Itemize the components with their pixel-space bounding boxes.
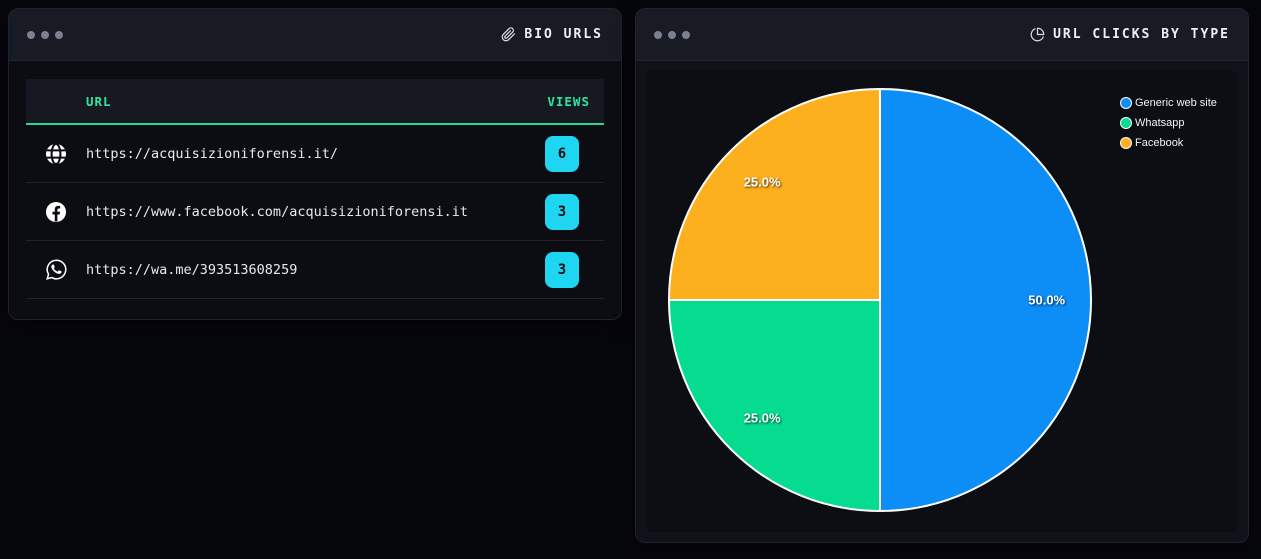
window-dot: [27, 30, 35, 39]
column-header-url: URL: [86, 93, 112, 109]
window-dots: [654, 30, 690, 39]
legend-label: Generic web site: [1135, 97, 1217, 109]
panel-title-text: URL CLICKS BY TYPE: [1053, 27, 1230, 42]
url-text: https://www.facebook.com/acquisizionifor…: [86, 203, 469, 220]
views-badge: 6: [545, 135, 579, 172]
bio-urls-table: URL VIEWS https://acquisizioniforensi.it…: [9, 61, 621, 299]
url-clicks-panel: URL CLICKS BY TYPE 50.0% 25.0% 25.0% Gener…: [635, 8, 1249, 543]
table-header-row: URL VIEWS: [26, 79, 604, 125]
table-row: https://www.facebook.com/acquisizionifor…: [26, 183, 604, 241]
facebook-icon: [26, 200, 86, 224]
pie-slice-whatsapp: [668, 299, 881, 512]
window-dot: [55, 30, 63, 39]
url-clicks-title: URL CLICKS BY TYPE: [1030, 27, 1230, 42]
window-dots: [27, 30, 63, 39]
pie-slice-facebook: [668, 88, 881, 301]
window-dot: [682, 30, 690, 39]
legend-item: Facebook: [1120, 137, 1217, 149]
pie-chart-area: 50.0% 25.0% 25.0% Generic web site Whatsapp…: [646, 71, 1238, 532]
pie-slice-generic-web-site: [879, 88, 1092, 512]
panel-title-text: BIO URLS: [524, 27, 603, 42]
legend-swatch: [1120, 137, 1132, 149]
bio-urls-panel: BIO URLS URL VIEWS https://acquisizionif…: [8, 8, 622, 320]
views-badge: 3: [545, 251, 579, 288]
url-text: https://wa.me/393513608259: [86, 261, 298, 278]
url-clicks-panel-header: URL CLICKS BY TYPE: [636, 9, 1248, 61]
table-row: https://acquisizioniforensi.it/6: [26, 125, 604, 183]
views-cell: 6: [545, 135, 579, 172]
whatsapp-icon: [26, 258, 86, 281]
legend-item: Whatsapp: [1120, 117, 1217, 129]
window-dot: [654, 30, 662, 39]
views-badge: 3: [545, 193, 579, 230]
window-dot: [41, 30, 49, 39]
column-header-views: VIEWS: [547, 93, 590, 109]
window-dot: [668, 30, 676, 39]
globe-icon: [26, 142, 86, 166]
legend-swatch: [1120, 117, 1132, 129]
table-row: https://wa.me/393513608259 3: [26, 241, 604, 299]
legend-item: Generic web site: [1120, 97, 1217, 109]
bio-urls-title: BIO URLS: [501, 27, 603, 42]
table-body: https://acquisizioniforensi.it/6 https://…: [26, 125, 604, 299]
views-cell: 3: [545, 251, 579, 288]
legend-label: Facebook: [1135, 137, 1184, 149]
url-text: https://acquisizioniforensi.it/: [86, 145, 338, 162]
chart-legend: Generic web site Whatsapp Facebook: [1120, 97, 1217, 149]
legend-label: Whatsapp: [1135, 117, 1185, 129]
paperclip-icon: [501, 27, 516, 42]
legend-swatch: [1120, 97, 1132, 109]
bio-urls-panel-header: BIO URLS: [9, 9, 621, 61]
views-cell: 3: [545, 193, 579, 230]
pie-chart-icon: [1030, 27, 1045, 42]
